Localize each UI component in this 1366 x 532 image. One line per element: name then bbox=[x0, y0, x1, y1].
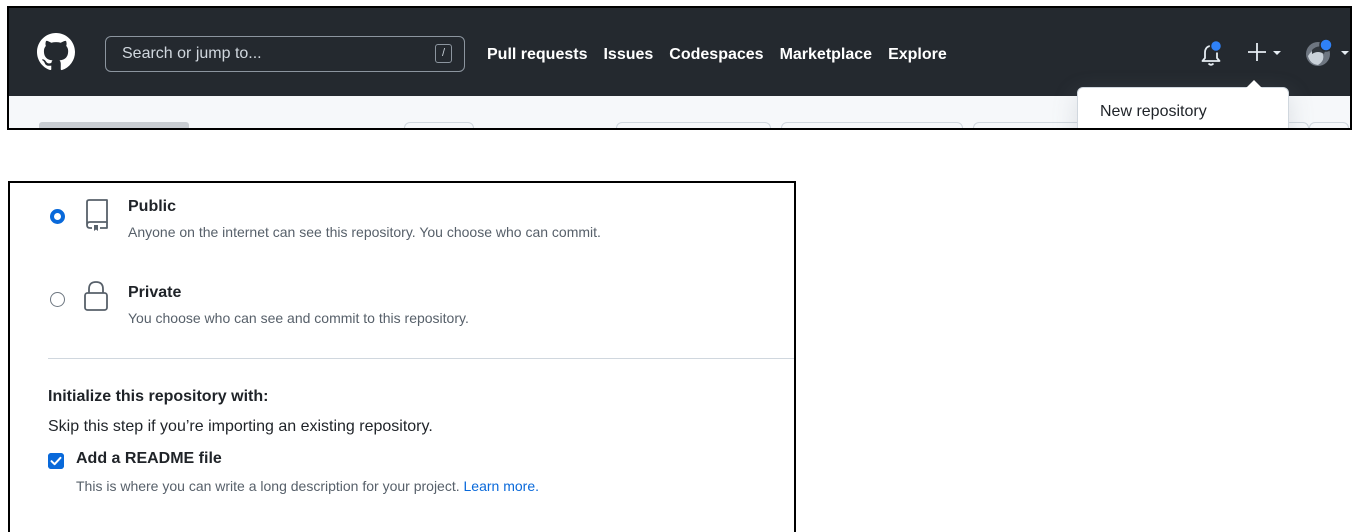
nav-marketplace[interactable]: Marketplace bbox=[780, 46, 873, 64]
initialize-heading: Initialize this repository with: bbox=[48, 388, 269, 405]
learn-more-link[interactable]: Learn more. bbox=[464, 478, 539, 494]
top-navigation-bar: Search or jump to... / Pull requests Iss… bbox=[9, 8, 1350, 96]
nav-explore[interactable]: Explore bbox=[888, 46, 947, 64]
caret-down-icon bbox=[1273, 51, 1281, 55]
section-divider bbox=[48, 358, 794, 359]
partial-button bbox=[616, 122, 771, 128]
caret-down-icon bbox=[1341, 51, 1349, 55]
lock-icon bbox=[84, 281, 108, 311]
radio-private[interactable] bbox=[50, 292, 65, 307]
github-header-panel: Search or jump to... / Pull requests Iss… bbox=[7, 6, 1352, 130]
partial-button bbox=[1309, 122, 1349, 128]
nav-pull-requests[interactable]: Pull requests bbox=[487, 46, 587, 64]
repo-icon bbox=[86, 199, 108, 231]
private-option-title: Private bbox=[128, 284, 182, 301]
initialize-subtext: Skip this step if you’re importing an ex… bbox=[48, 418, 433, 435]
partial-button bbox=[781, 122, 963, 128]
search-placeholder: Search or jump to... bbox=[122, 45, 262, 62]
private-option-description: You choose who can see and commit to thi… bbox=[128, 310, 469, 326]
github-logo-icon[interactable] bbox=[37, 33, 75, 71]
new-repository-form-panel: Public Anyone on the internet can see th… bbox=[8, 181, 796, 532]
partial-button bbox=[404, 122, 474, 128]
readme-description: This is where you can write a long descr… bbox=[76, 478, 460, 494]
plus-icon[interactable] bbox=[1246, 40, 1286, 64]
search-input[interactable]: Search or jump to... / bbox=[105, 36, 465, 72]
avatar[interactable] bbox=[1302, 36, 1352, 70]
nav-codespaces[interactable]: Codespaces bbox=[669, 46, 763, 64]
main-nav: Pull requests Issues Codespaces Marketpl… bbox=[487, 46, 947, 64]
radio-public[interactable] bbox=[50, 209, 65, 224]
public-option-title: Public bbox=[128, 198, 177, 215]
public-option-description: Anyone on the internet can see this repo… bbox=[128, 224, 601, 240]
bell-icon[interactable] bbox=[1198, 38, 1224, 68]
notification-dot bbox=[1209, 39, 1223, 53]
nav-issues[interactable]: Issues bbox=[603, 46, 653, 64]
readme-label[interactable]: Add a README file bbox=[76, 450, 222, 468]
readme-description-line: This is where you can write a long descr… bbox=[76, 478, 539, 494]
readme-checkbox[interactable] bbox=[48, 453, 64, 469]
search-shortcut-key: / bbox=[435, 44, 452, 63]
create-new-dropdown: New repository bbox=[1077, 80, 1289, 128]
menu-item-new-repository[interactable]: New repository bbox=[1100, 103, 1207, 121]
repo-title-partial bbox=[39, 122, 189, 128]
